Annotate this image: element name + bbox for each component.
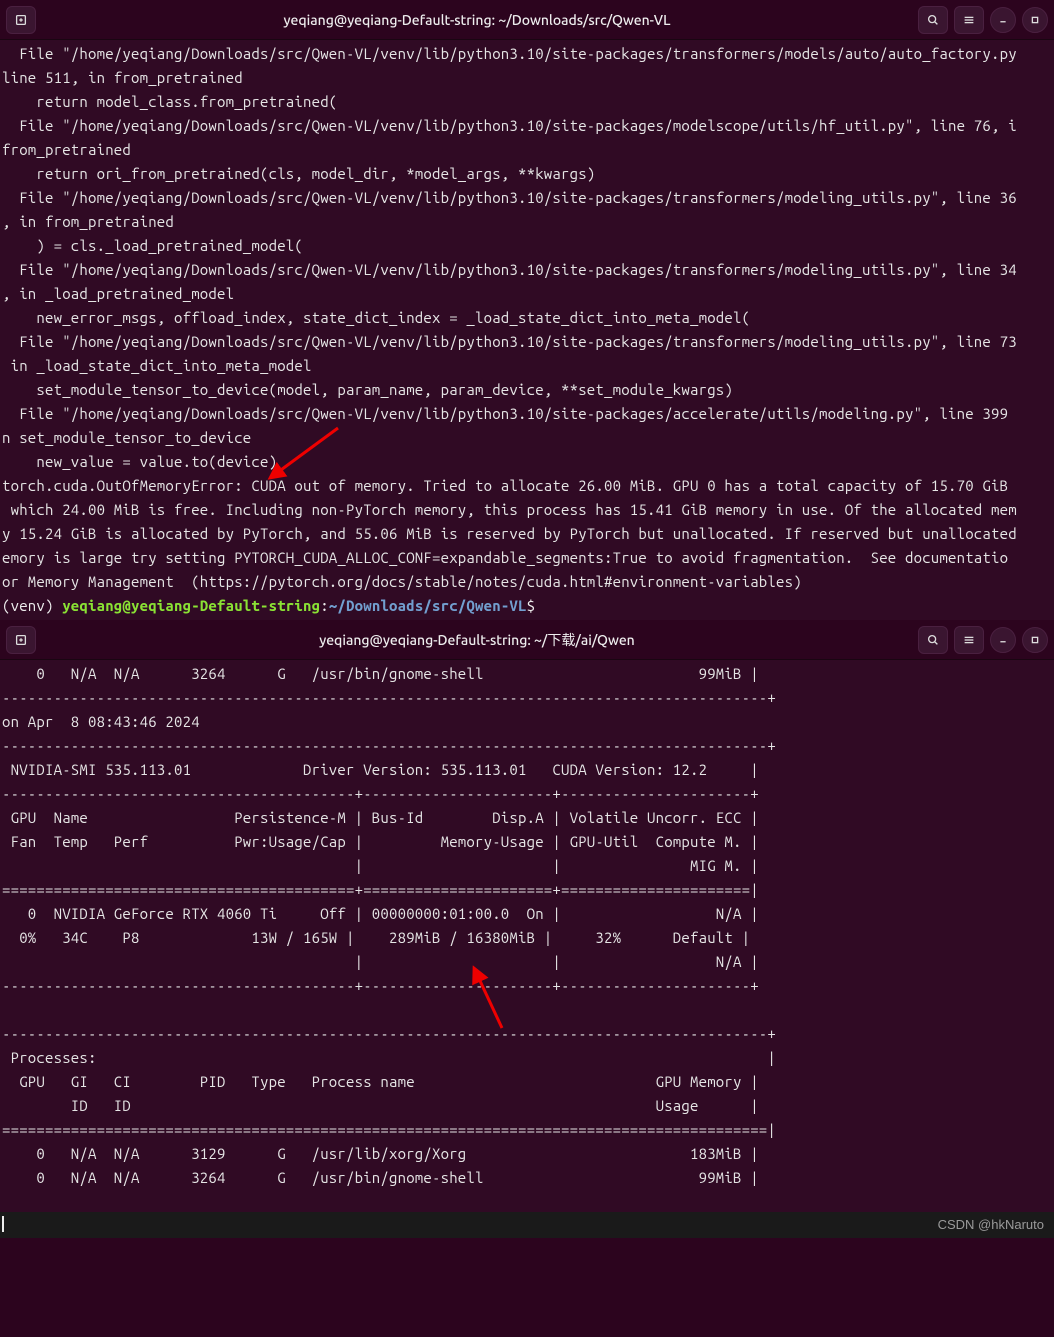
search-button[interactable] xyxy=(918,626,948,654)
cursor xyxy=(2,1216,4,1232)
menu-button[interactable] xyxy=(954,6,984,34)
terminal-output-top[interactable]: File "/home/yeqiang/Downloads/src/Qwen-V… xyxy=(0,40,1054,620)
window-title-bottom: yeqiang@yeqiang-Default-string: ~/下载/ai/… xyxy=(36,630,918,650)
terminal-window-bottom: yeqiang@yeqiang-Default-string: ~/下载/ai/… xyxy=(0,620,1054,1212)
terminal-output-bottom[interactable]: 0 N/A N/A 3264 G /usr/bin/gnome-shell 99… xyxy=(0,660,1054,1192)
terminal-window-top: yeqiang@yeqiang-Default-string: ~/Downlo… xyxy=(0,0,1054,620)
new-tab-button[interactable] xyxy=(6,626,36,654)
search-button[interactable] xyxy=(918,6,948,34)
minimize-button[interactable] xyxy=(990,7,1016,33)
titlebar-bottom: yeqiang@yeqiang-Default-string: ~/下载/ai/… xyxy=(0,620,1054,660)
menu-button[interactable] xyxy=(954,626,984,654)
maximize-button[interactable] xyxy=(1022,627,1048,653)
watermark: CSDN @hkNaruto xyxy=(938,1217,1044,1232)
footer-bar xyxy=(0,1212,1054,1238)
titlebar-top: yeqiang@yeqiang-Default-string: ~/Downlo… xyxy=(0,0,1054,40)
new-tab-button[interactable] xyxy=(6,6,36,34)
maximize-button[interactable] xyxy=(1022,7,1048,33)
minimize-button[interactable] xyxy=(990,627,1016,653)
window-title-top: yeqiang@yeqiang-Default-string: ~/Downlo… xyxy=(36,12,918,28)
